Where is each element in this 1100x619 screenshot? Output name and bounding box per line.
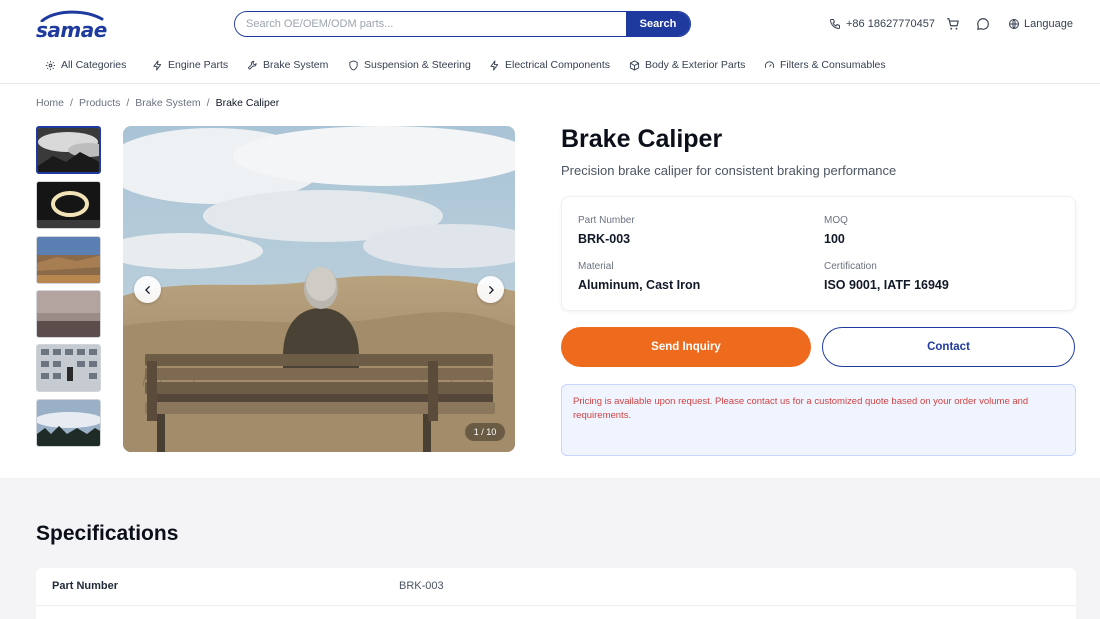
product-subtitle: Precision brake caliper for consistent b… [561,163,897,178]
search-bar: Search [234,11,691,37]
category-nav: All Categories Engine Parts Brake System… [0,48,1100,84]
chat-icon [977,18,989,30]
specifications-table: Part Number BRK-003 [36,568,1076,619]
box-icon [629,59,640,71]
cart-button[interactable] [946,16,960,32]
specifications-section: Specifications Part Number BRK-003 [0,478,1100,619]
breadcrumb-products[interactable]: Products [79,97,120,109]
gallery-next-button[interactable] [477,276,504,303]
send-inquiry-button[interactable]: Send Inquiry [561,327,811,367]
phone-number: +86 18627770457 [846,18,936,30]
globe-icon [1009,19,1019,29]
breadcrumb-brake-system[interactable]: Brake System [135,97,200,109]
nav-item-body-exterior[interactable]: Body & Exterior Parts [629,59,745,71]
specifications-title: Specifications [36,522,179,545]
gallery-thumbnail-2[interactable] [36,181,101,229]
bolt-icon [153,59,162,71]
part-number-value: BRK-003 [578,232,631,246]
phone-icon [830,19,840,29]
gallery-thumbnail-5[interactable] [36,344,101,392]
nav-item-brake-system[interactable]: Brake System [247,59,328,71]
moq-label: MOQ [824,215,848,226]
spec-value: BRK-003 [399,580,444,592]
language-label: Language [1024,18,1073,30]
material-label: Material [578,261,614,272]
gallery-thumbnail-1[interactable] [36,126,101,174]
pricing-notice: Pricing is available upon request. Pleas… [561,384,1076,456]
nav-item-all-categories[interactable]: All Categories [45,59,126,71]
part-number-label: Part Number [578,215,635,226]
breadcrumb-separator: / [126,97,130,109]
gallery-prev-button[interactable] [134,276,161,303]
chevron-right-icon [488,285,494,294]
breadcrumb-current: Brake Caliper [215,97,280,109]
gallery-thumbnail-6[interactable] [36,399,101,447]
gauge-icon [764,60,775,68]
certification-value: ISO 9001, IATF 16949 [824,278,949,292]
cart-icon [947,18,959,30]
site-header: samae Search +86 18627770457 Language [0,0,1100,48]
nav-item-filters-consumables[interactable]: Filters & Consumables [764,59,886,71]
gear-icon [45,60,56,70]
spec-key: Part Number [52,580,119,592]
logo-text: samae [36,18,107,42]
moq-value: 100 [824,232,845,246]
gallery-thumbnail-3[interactable] [36,236,101,284]
product-main-image[interactable] [123,126,515,452]
gallery-thumbnail-4[interactable] [36,290,101,338]
search-input[interactable] [235,12,626,36]
breadcrumb: Home / Products / Brake System / Brake C… [36,97,279,109]
nav-item-electrical-components[interactable]: Electrical Components [489,59,610,71]
product-title: Brake Caliper [561,125,723,153]
breadcrumb-separator: / [70,97,73,109]
gallery-counter: 1 / 10 [465,423,505,441]
material-value: Aluminum, Cast Iron [578,278,701,292]
certification-label: Certification [824,261,877,272]
contact-button[interactable]: Contact [822,327,1075,367]
language-selector[interactable]: Language [1008,16,1073,32]
shield-icon [349,59,358,71]
bolt-icon [490,59,499,71]
nav-item-suspension-steering[interactable]: Suspension & Steering [348,59,471,71]
brand-logo[interactable]: samae [36,10,107,42]
wrench-icon [247,60,257,70]
chat-button[interactable] [976,16,990,32]
nav-item-engine-parts[interactable]: Engine Parts [152,59,228,71]
breadcrumb-home[interactable]: Home [36,97,64,109]
product-info-card: Part Number BRK-003 MOQ 100 Material Alu… [561,196,1076,311]
chevron-left-icon [144,285,150,294]
search-button[interactable]: Search [626,12,690,36]
phone-link[interactable]: +86 18627770457 [829,16,935,32]
breadcrumb-separator: / [206,97,210,109]
table-row: Part Number BRK-003 [36,568,1076,606]
